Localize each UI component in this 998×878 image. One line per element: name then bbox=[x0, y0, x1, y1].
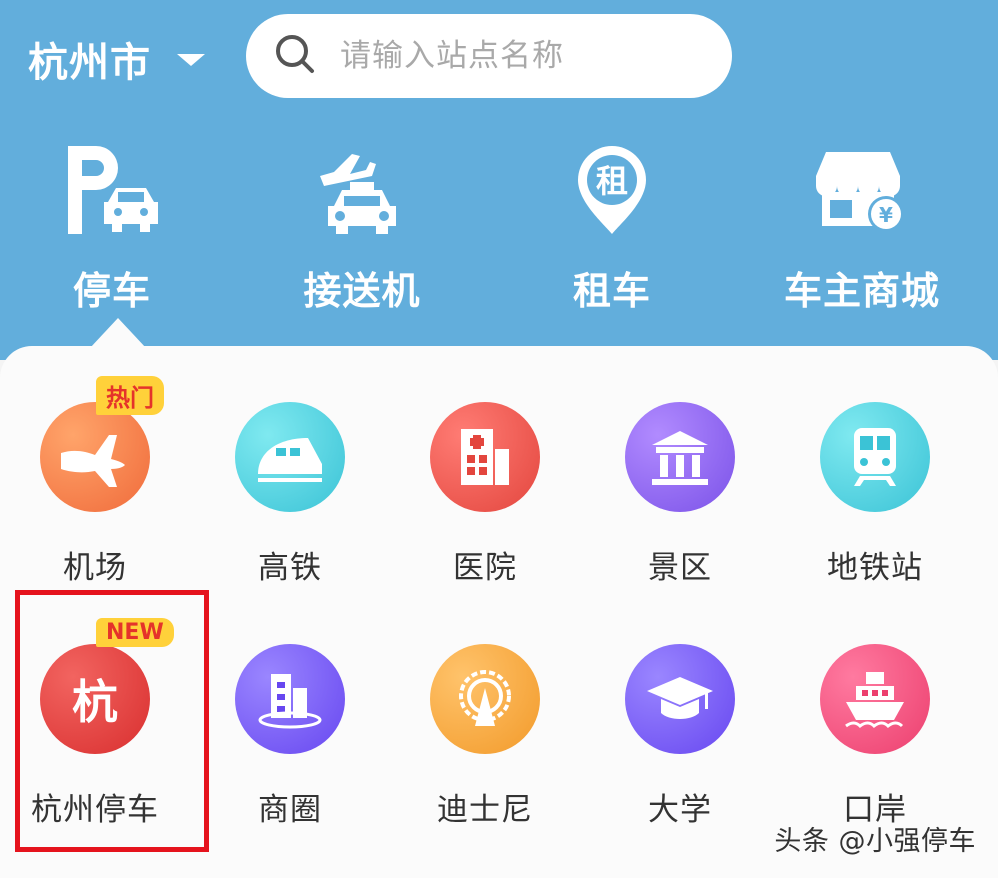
airplane-icon: 热门 bbox=[40, 376, 164, 512]
category-port[interactable]: 口岸 bbox=[780, 644, 970, 829]
category-scenic[interactable]: 景区 bbox=[585, 402, 775, 587]
subway-icon bbox=[820, 402, 930, 512]
category-hospital[interactable]: 医院 bbox=[390, 402, 580, 587]
category-label: 高铁 bbox=[258, 550, 322, 586]
category-airport[interactable]: 热门 机场 bbox=[0, 376, 190, 587]
hospital-icon bbox=[430, 402, 540, 512]
chevron-down-icon bbox=[177, 54, 205, 66]
category-disney[interactable]: 迪士尼 bbox=[390, 644, 580, 829]
high-speed-train-icon bbox=[235, 402, 345, 512]
nav-label: 停车 bbox=[72, 269, 151, 313]
search-bar[interactable] bbox=[246, 14, 732, 98]
parking-car-icon bbox=[12, 140, 212, 240]
category-university[interactable]: 大学 bbox=[585, 644, 775, 829]
category-label: 商圈 bbox=[258, 792, 322, 828]
disney-icon bbox=[430, 644, 540, 754]
nav-shop[interactable]: ¥ 车主商城 bbox=[762, 140, 962, 315]
business-district-icon bbox=[235, 644, 345, 754]
nav-airport-transfer[interactable]: 接送机 bbox=[262, 140, 462, 315]
temple-icon bbox=[625, 402, 735, 512]
category-label: 地铁站 bbox=[827, 550, 923, 586]
svg-text:租: 租 bbox=[596, 162, 628, 200]
search-input[interactable] bbox=[338, 37, 722, 75]
city-name: 杭州市 bbox=[28, 40, 151, 86]
hot-badge: 热门 bbox=[96, 376, 164, 415]
category-subway[interactable]: 地铁站 bbox=[780, 402, 970, 587]
city-selector[interactable]: 杭州市 bbox=[28, 30, 205, 88]
nav-parking[interactable]: 停车 bbox=[12, 140, 212, 315]
category-high-speed-rail[interactable]: 高铁 bbox=[195, 402, 385, 587]
category-label: 大学 bbox=[648, 792, 712, 828]
nav-label: 租车 bbox=[572, 269, 651, 313]
category-label: 迪士尼 bbox=[437, 792, 533, 828]
watermark: 头条 @小强停车 bbox=[774, 826, 976, 857]
svg-text:¥: ¥ bbox=[879, 203, 893, 227]
category-label: 医院 bbox=[453, 550, 517, 586]
category-label: 机场 bbox=[63, 550, 127, 586]
category-business-district[interactable]: 商圈 bbox=[195, 644, 385, 829]
nav-label: 车主商城 bbox=[783, 269, 940, 313]
shop-icon: ¥ bbox=[762, 140, 962, 240]
nav-rental[interactable]: 租 租车 bbox=[512, 140, 712, 315]
airport-taxi-icon bbox=[262, 140, 462, 240]
nav-label: 接送机 bbox=[303, 269, 421, 313]
category-label: 景区 bbox=[648, 550, 712, 586]
graduation-cap-icon bbox=[625, 644, 735, 754]
ship-icon bbox=[820, 644, 930, 754]
active-tab-pointer bbox=[90, 318, 146, 348]
search-icon bbox=[274, 33, 316, 79]
highlight-box bbox=[15, 590, 209, 852]
rental-location-icon: 租 bbox=[512, 140, 712, 240]
